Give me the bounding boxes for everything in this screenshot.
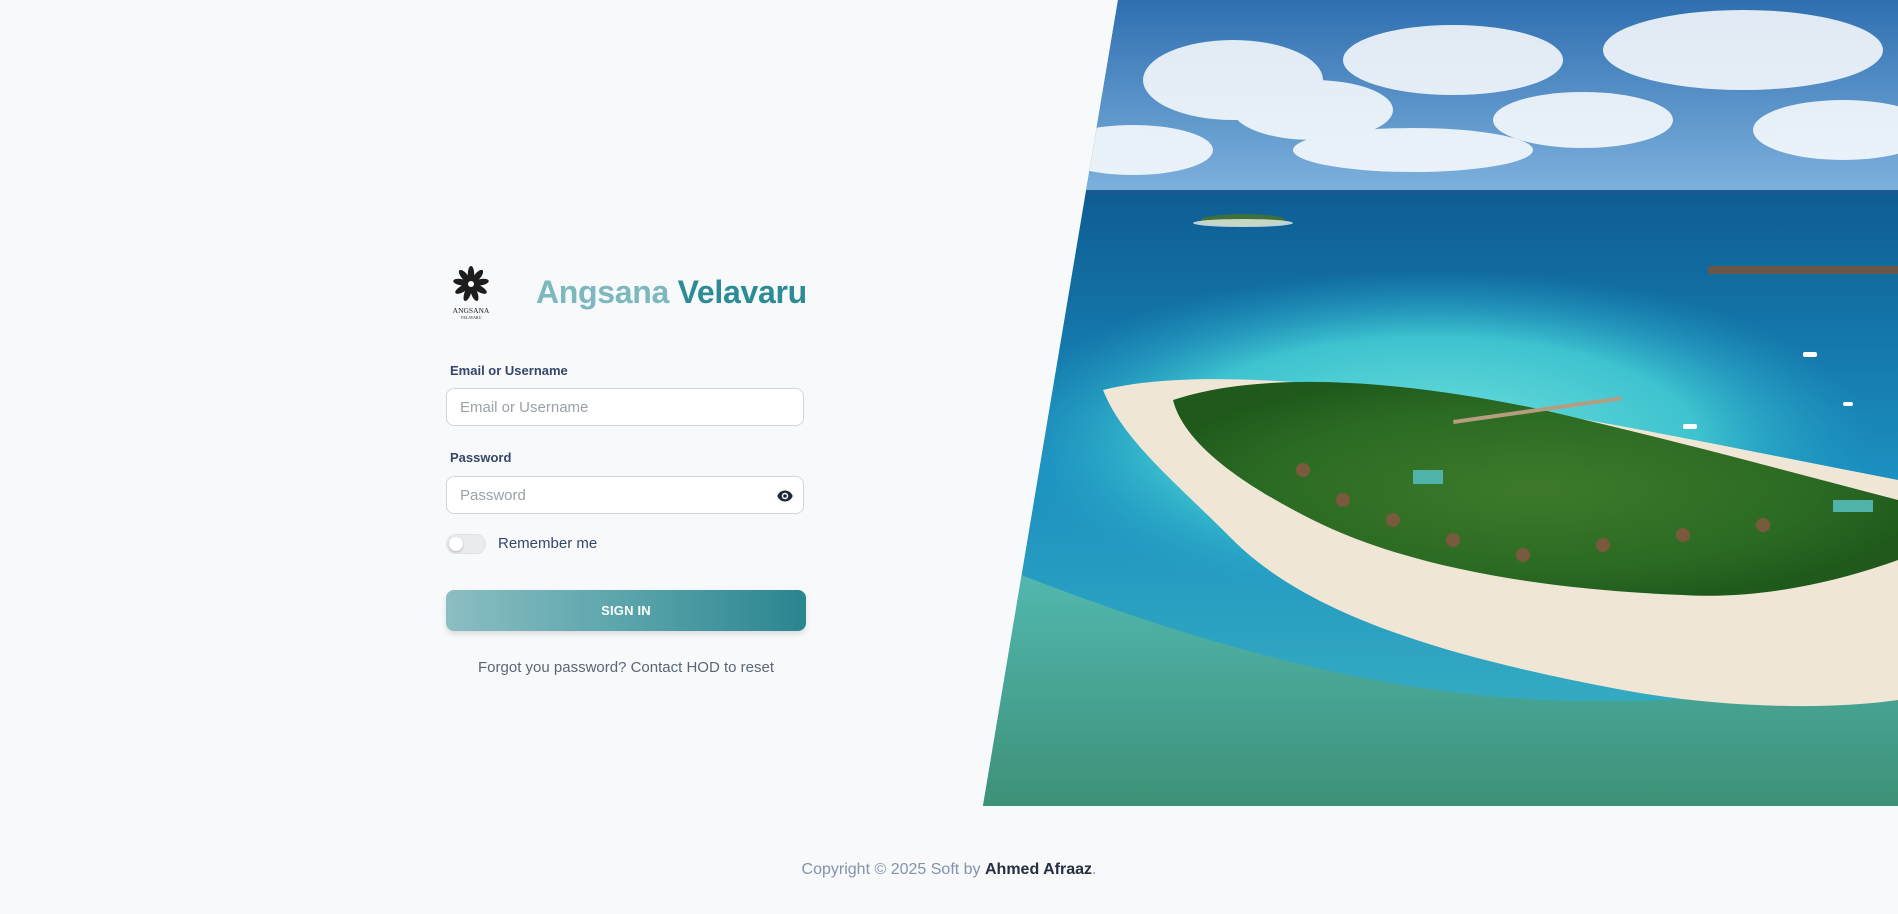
lotus-logo-icon: ANGSANA VELAVARU bbox=[453, 266, 490, 320]
angsana-logo: ANGSANA VELAVARU bbox=[446, 262, 526, 322]
footer: Copyright © 2025 Soft by Ahmed Afraaz. bbox=[0, 861, 1898, 879]
password-label: Password bbox=[450, 450, 512, 465]
author-link[interactable]: Ahmed Afraaz bbox=[985, 861, 1092, 878]
brand-title: Angsana Velavaru bbox=[536, 274, 807, 311]
username-input[interactable] bbox=[446, 388, 804, 426]
footer-suffix: . bbox=[1091, 861, 1097, 878]
brand-title-part2: Velavaru bbox=[677, 273, 808, 310]
password-visibility-toggle[interactable] bbox=[775, 488, 795, 504]
copyright-text: Copyright © 2025 Soft by bbox=[801, 861, 985, 878]
remember-me-label: Remember me bbox=[498, 535, 598, 552]
forgot-password-link[interactable]: Forgot you password? Contact HOD to rese… bbox=[446, 659, 806, 676]
eye-icon bbox=[777, 490, 793, 502]
remember-me-toggle[interactable] bbox=[446, 534, 486, 554]
password-input[interactable] bbox=[446, 476, 804, 514]
brand-title-part1: Angsana bbox=[536, 273, 670, 310]
svg-text:VELAVARU: VELAVARU bbox=[461, 315, 482, 320]
brand-header: ANGSANA VELAVARU Angsana Velavaru bbox=[446, 262, 807, 322]
island-photo-illustration bbox=[983, 0, 1898, 806]
svg-text:ANGSANA: ANGSANA bbox=[453, 306, 490, 315]
island-aerial-photo bbox=[983, 0, 1898, 806]
toggle-knob bbox=[449, 537, 463, 551]
sign-in-button[interactable]: SIGN IN bbox=[446, 590, 806, 631]
login-page: ANGSANA VELAVARU Angsana Velavaru Email … bbox=[0, 0, 1898, 914]
username-label: Email or Username bbox=[450, 363, 568, 378]
